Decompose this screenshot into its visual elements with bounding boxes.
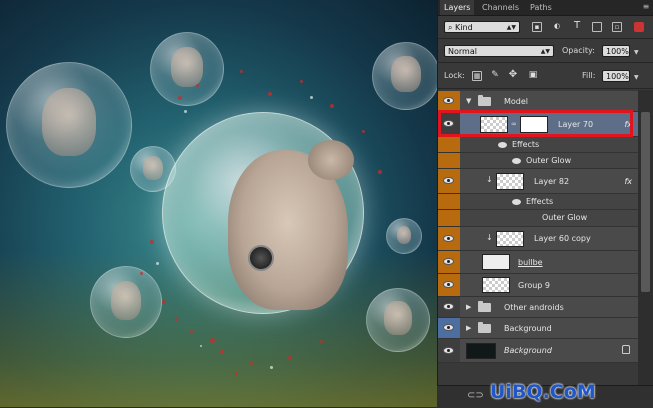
selected-layer-highlight bbox=[438, 110, 633, 137]
layers-scrollbar[interactable] bbox=[638, 90, 653, 385]
blend-mode-value: Normal bbox=[448, 47, 477, 56]
layer-name: Group 9 bbox=[518, 281, 550, 290]
layer-row-bulbe[interactable]: bullbe bbox=[438, 251, 638, 274]
lock-pixels-icon[interactable]: ✎ bbox=[490, 71, 500, 81]
android-figure bbox=[228, 140, 354, 310]
layer-name: Background bbox=[504, 324, 552, 333]
bubble-right-mid bbox=[386, 218, 422, 254]
filter-adjustment-icon[interactable]: ◐ bbox=[552, 22, 562, 32]
filter-shape-icon[interactable] bbox=[592, 22, 602, 32]
fx-icon[interactable]: fx bbox=[624, 169, 632, 194]
layers-panel: Layers Channels Paths ≡ ⌕ Kind ▲▼ ▪ ◐ T … bbox=[437, 0, 653, 407]
layer-row-other-androids[interactable]: ▶ Other androids bbox=[438, 297, 638, 318]
folder-icon bbox=[478, 322, 491, 333]
filter-kind-label: Kind bbox=[455, 23, 473, 32]
bubble-top-left bbox=[6, 62, 132, 188]
link-layers-icon[interactable]: ⊂⊃ bbox=[467, 390, 484, 401]
visibility-eye-icon[interactable] bbox=[443, 177, 454, 184]
scrollbar-thumb[interactable] bbox=[641, 112, 650, 292]
expand-triangle-icon[interactable]: ▼ bbox=[466, 91, 471, 112]
visibility-eye-icon[interactable] bbox=[443, 281, 454, 288]
visibility-eye-icon[interactable] bbox=[443, 346, 454, 354]
expand-triangle-icon[interactable]: ▶ bbox=[466, 318, 471, 339]
visibility-eye-icon[interactable] bbox=[443, 234, 454, 242]
blend-mode-select[interactable]: Normal ▲▼ bbox=[444, 45, 554, 57]
search-icon: ⌕ bbox=[448, 23, 453, 32]
bubble-bottom-left bbox=[90, 266, 162, 338]
fill-input[interactable]: 100% bbox=[602, 70, 630, 82]
layer-row-layer-60-copy[interactable]: ↓ Layer 60 copy bbox=[438, 227, 638, 251]
bubble-top-center bbox=[150, 32, 224, 106]
filter-pixel-icon[interactable]: ▪ bbox=[532, 22, 542, 32]
outer-glow-row[interactable]: Outer Glow bbox=[438, 210, 638, 227]
layer-name: Layer 82 bbox=[534, 177, 570, 186]
visibility-eye-icon[interactable] bbox=[443, 303, 454, 310]
visibility-eye-icon[interactable] bbox=[443, 324, 454, 331]
bubble-top-right bbox=[372, 42, 437, 110]
outer-glow-row[interactable]: Outer Glow bbox=[438, 153, 638, 169]
lock-transparent-icon[interactable]: ▦ bbox=[472, 71, 482, 81]
layer-name: Other androids bbox=[504, 303, 564, 312]
tab-layers[interactable]: Layers bbox=[440, 0, 475, 15]
fill-dropdown-icon[interactable]: ▼ bbox=[634, 74, 639, 81]
lock-position-icon[interactable]: ✥ bbox=[508, 70, 518, 81]
opacity-dropdown-icon[interactable]: ▼ bbox=[634, 49, 639, 56]
layer-thumbnail bbox=[466, 343, 496, 359]
layer-row-background-group[interactable]: ▶ Background bbox=[438, 318, 638, 339]
layer-effects-row[interactable]: Effects bbox=[438, 194, 638, 210]
filter-kind-select[interactable]: ⌕ Kind ▲▼ bbox=[444, 21, 520, 33]
opacity-input[interactable]: 100% bbox=[602, 45, 630, 57]
lock-icon bbox=[622, 345, 630, 354]
tab-paths[interactable]: Paths bbox=[526, 0, 556, 15]
folder-icon bbox=[478, 301, 491, 312]
outer-glow-label: Outer Glow bbox=[526, 156, 572, 165]
opacity-label: Opacity: bbox=[562, 46, 595, 55]
layer-name: bullbe bbox=[518, 258, 543, 267]
layer-row-model-group[interactable]: ▼ Model bbox=[438, 91, 638, 112]
layer-row-background[interactable]: Background bbox=[438, 339, 638, 363]
lock-all-icon[interactable]: ▣ bbox=[528, 71, 538, 81]
fill-label: Fill: bbox=[582, 71, 596, 80]
tab-channels[interactable]: Channels bbox=[478, 0, 523, 15]
folder-icon bbox=[478, 95, 491, 106]
filter-toggle-icon[interactable] bbox=[634, 22, 644, 32]
filter-type-icon[interactable]: T bbox=[572, 21, 582, 32]
effects-label: Effects bbox=[526, 197, 554, 206]
layer-name: Background bbox=[504, 346, 552, 355]
layer-row-group-9[interactable]: Group 9 bbox=[438, 274, 638, 297]
visibility-eye-icon[interactable] bbox=[443, 97, 454, 104]
outer-glow-eye-icon[interactable] bbox=[512, 157, 521, 164]
document-canvas[interactable] bbox=[0, 0, 437, 407]
bubble-right bbox=[366, 288, 430, 352]
clipping-arrow-icon: ↓ bbox=[486, 233, 493, 242]
layer-name: Model bbox=[504, 97, 529, 106]
effects-label: Effects bbox=[512, 140, 540, 149]
layer-thumbnail bbox=[496, 173, 524, 190]
layer-effects-row[interactable]: Effects bbox=[438, 137, 638, 153]
clipping-arrow-icon: ↓ bbox=[486, 175, 493, 184]
panel-menu-icon[interactable]: ≡ bbox=[641, 2, 651, 12]
layer-row-layer-82[interactable]: ↓ Layer 82 fx bbox=[438, 169, 638, 194]
visibility-eye-icon[interactable] bbox=[443, 258, 454, 265]
layer-thumbnail bbox=[482, 277, 510, 293]
layer-thumbnail bbox=[482, 254, 510, 270]
effects-eye-icon[interactable] bbox=[498, 141, 507, 148]
panel-tabs: Layers Channels Paths ≡ bbox=[438, 0, 653, 16]
effects-eye-icon[interactable] bbox=[512, 198, 521, 205]
outer-glow-label: Outer Glow bbox=[542, 213, 588, 222]
layer-name: Layer 60 copy bbox=[534, 234, 591, 243]
expand-triangle-icon[interactable]: ▶ bbox=[466, 297, 471, 318]
filter-smart-object-icon[interactable]: ▫ bbox=[612, 22, 622, 32]
lock-label: Lock: bbox=[444, 71, 465, 80]
watermark-text: UiBQ.CoM bbox=[490, 381, 596, 403]
layer-thumbnail bbox=[496, 231, 524, 247]
